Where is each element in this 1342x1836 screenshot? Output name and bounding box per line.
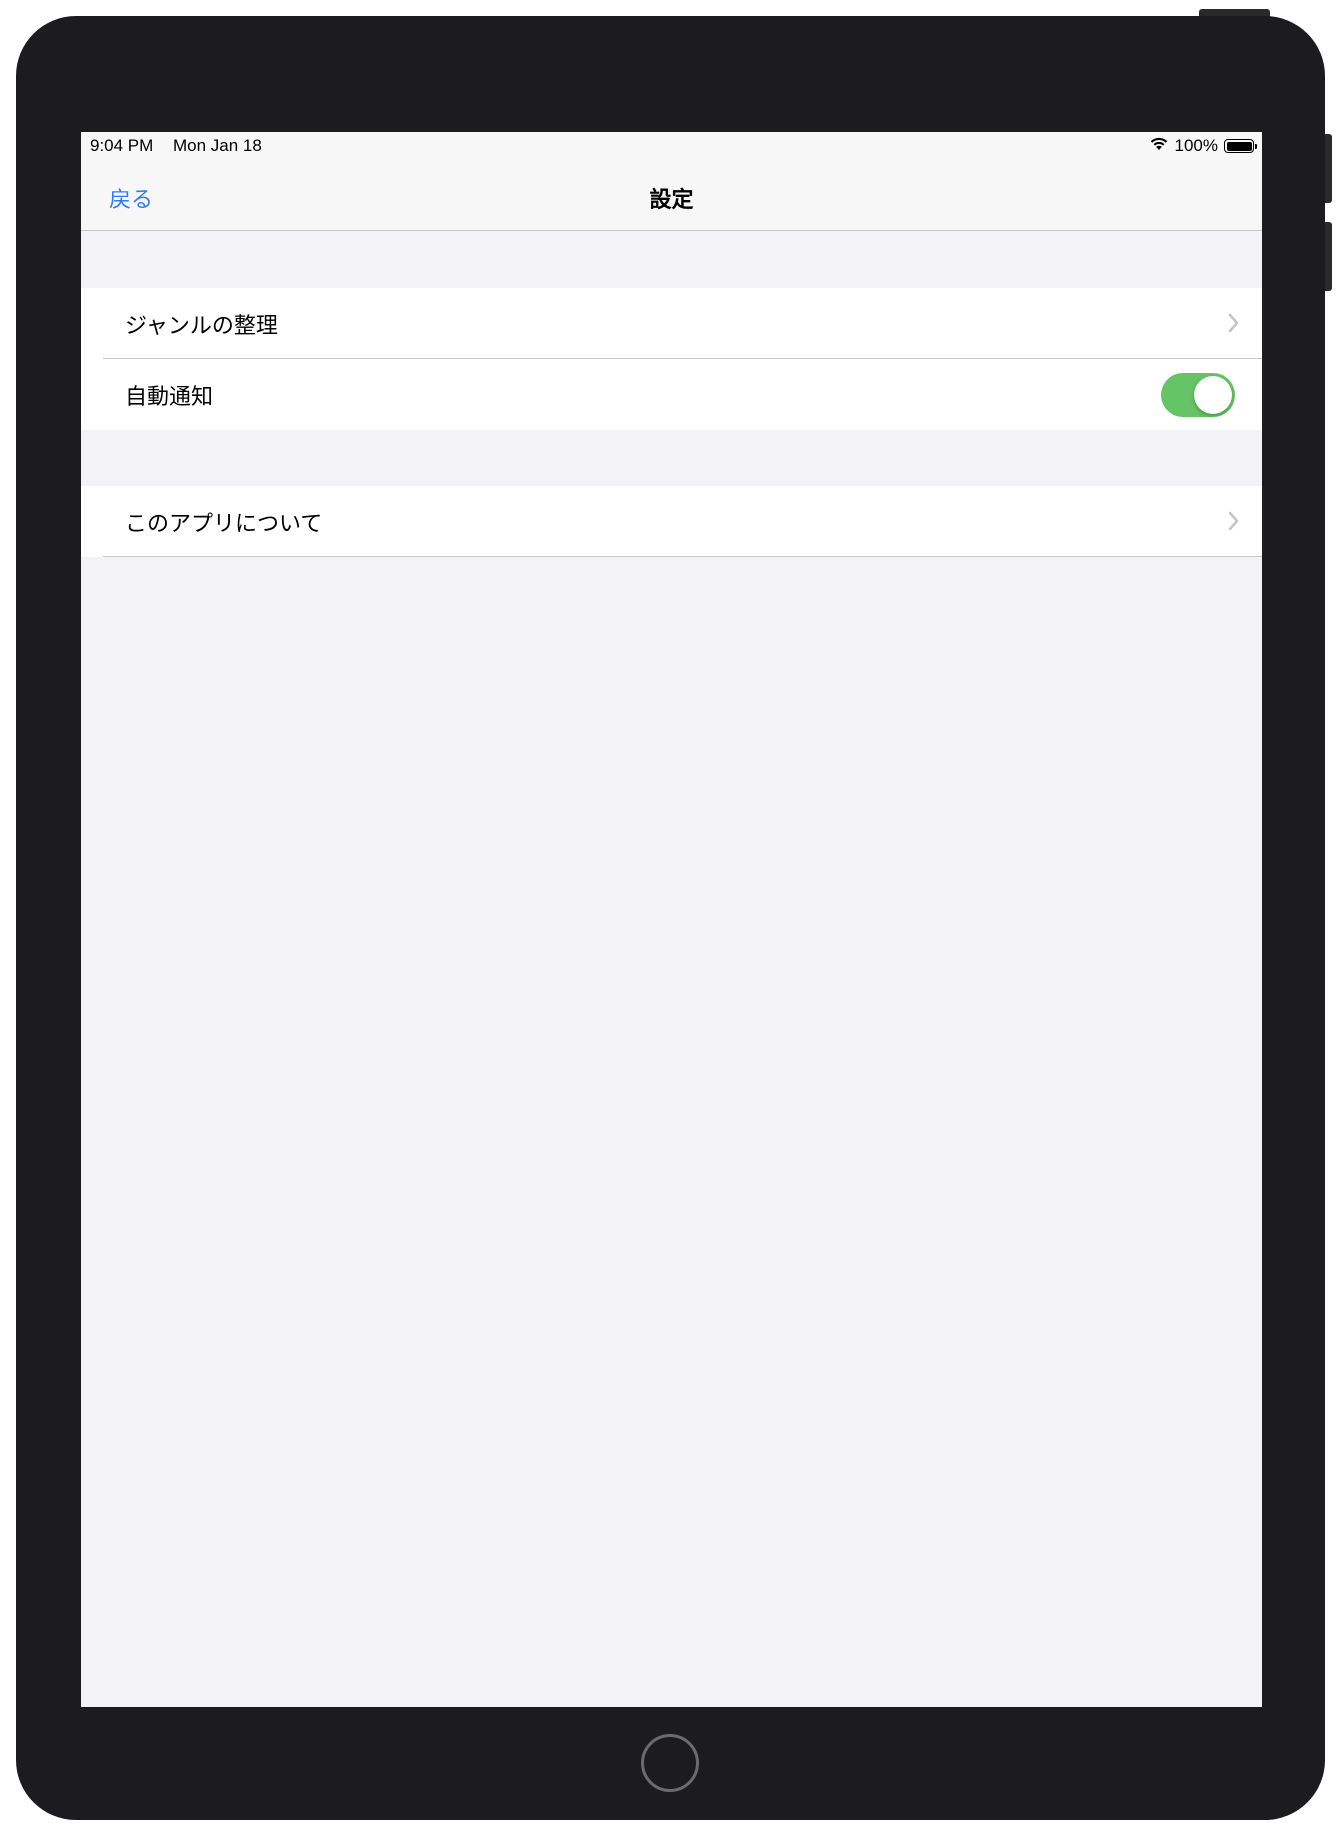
- genre-management-row[interactable]: ジャンルの整理: [81, 288, 1262, 359]
- settings-section-2: このアプリについて: [81, 486, 1262, 557]
- status-bar: 9:04 PM Mon Jan 18 100%: [81, 132, 1262, 160]
- battery-full-icon: [1224, 139, 1257, 153]
- toggle-knob: [1194, 376, 1232, 414]
- row-label: 自動通知: [125, 384, 214, 410]
- auto-notification-toggle[interactable]: [1161, 373, 1235, 417]
- home-button[interactable]: [641, 1734, 699, 1792]
- auto-notification-row: 自動通知: [81, 359, 1262, 430]
- battery-percent: 100%: [1174, 136, 1218, 155]
- navigation-bar: 戻る 設定: [81, 160, 1262, 231]
- row-label: ジャンルの整理: [125, 313, 278, 339]
- volume-down-button: [1325, 222, 1332, 291]
- chevron-right-icon: [1228, 511, 1239, 531]
- separator: [103, 556, 1262, 557]
- about-app-row[interactable]: このアプリについて: [81, 486, 1262, 557]
- status-date: Mon Jan 18: [173, 136, 262, 155]
- settings-section-1: ジャンルの整理 自動通知: [81, 288, 1262, 430]
- status-indicators: 100%: [1149, 136, 1257, 156]
- chevron-right-icon: [1228, 313, 1239, 333]
- screen: 9:04 PM Mon Jan 18 100% 戻る 設定 ジャンルの整理 自動…: [81, 132, 1262, 1707]
- page-title: 設定: [649, 187, 694, 212]
- volume-up-button: [1325, 134, 1332, 203]
- row-label: このアプリについて: [125, 511, 323, 537]
- status-time: 9:04 PM: [90, 136, 154, 155]
- wifi-icon: [1149, 136, 1169, 156]
